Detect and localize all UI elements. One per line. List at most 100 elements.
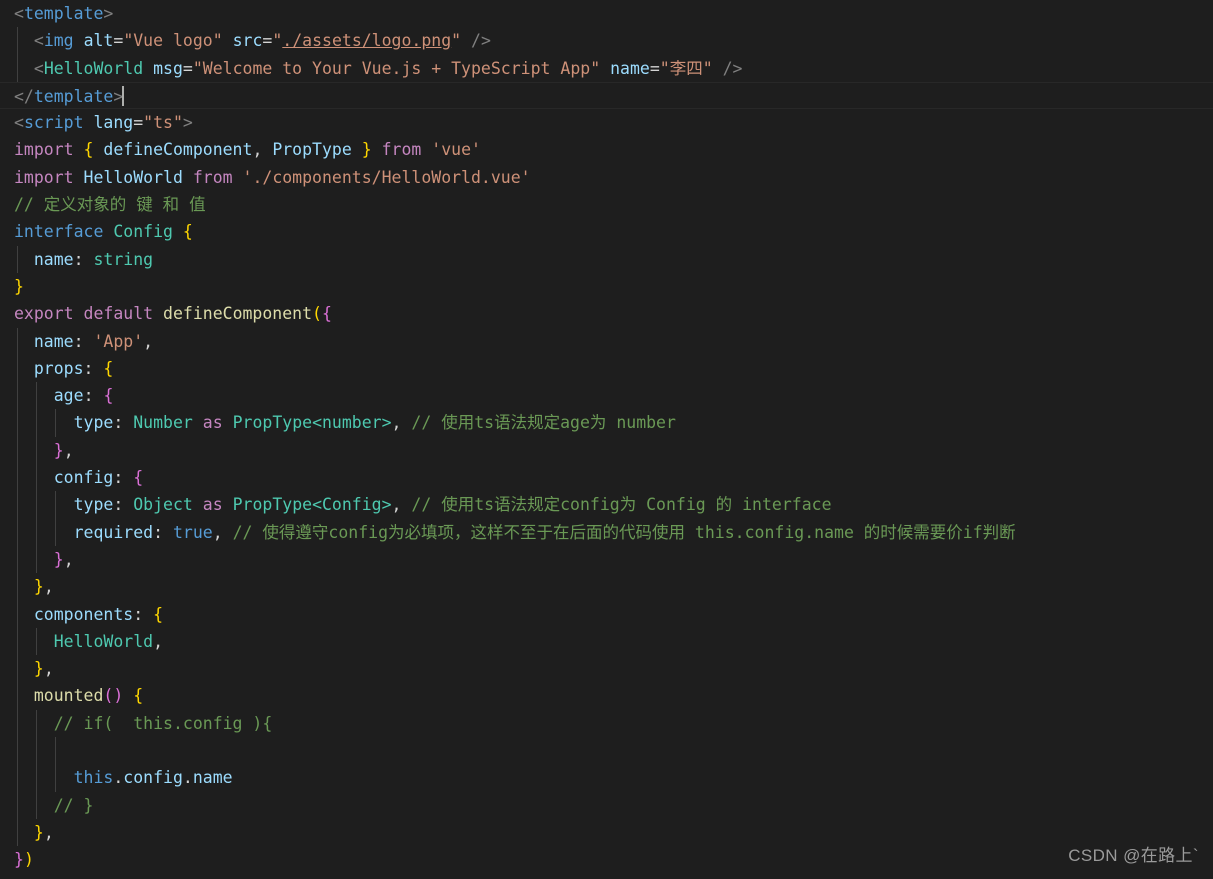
token-value-app: 'App' (93, 331, 144, 351)
code-line[interactable] (0, 737, 1213, 765)
token-keyword-interface: interface (14, 222, 104, 242)
code-line[interactable]: }, (0, 436, 1213, 465)
code-line[interactable]: age: { (0, 382, 1213, 410)
token-keyword-from: from (192, 167, 233, 187)
token-attr-lang: lang (93, 113, 134, 133)
code-editor[interactable]: <template> <img alt="Vue logo" src="./as… (0, 0, 1213, 879)
indent-guide (17, 245, 18, 273)
indent-guide (17, 464, 18, 492)
token-keyword-default: default (83, 304, 154, 324)
code-line[interactable]: name: 'App', (0, 327, 1213, 355)
indent-guide (36, 518, 37, 546)
code-line[interactable]: <img alt="Vue logo" src="./assets/logo.p… (0, 27, 1213, 55)
indent-guide (36, 737, 37, 765)
token-key-type: type (73, 495, 114, 515)
token-attr-src: src (232, 31, 263, 51)
code-content[interactable]: <template> <img alt="Vue logo" src="./as… (0, 0, 1213, 874)
indent-guide (17, 27, 18, 55)
text-cursor (122, 85, 125, 106)
code-line[interactable]: type: Number as PropType<number>, // 使用t… (0, 409, 1213, 437)
indent-guide (36, 409, 37, 437)
indent-guide (55, 764, 56, 792)
code-line[interactable]: }) (0, 846, 1213, 873)
token-type-string: string (93, 249, 154, 269)
indent-guide (17, 764, 18, 792)
indent-guide (55, 518, 56, 546)
token-value-alt: "Vue logo" (123, 31, 223, 51)
token-tag-helloworld: HelloWorld (43, 58, 144, 78)
token-type-proptype-number: PropType<number> (232, 413, 392, 433)
token-value-name: "李四" (659, 58, 713, 78)
code-line[interactable]: mounted() { (0, 682, 1213, 710)
code-line[interactable]: // } (0, 791, 1213, 819)
code-line-current[interactable]: </template> (0, 81, 1213, 110)
code-line[interactable]: HelloWorld, (0, 627, 1213, 656)
code-line[interactable]: }, (0, 655, 1213, 683)
code-line[interactable]: this.config.name (0, 764, 1213, 792)
token-key-type: type (73, 413, 114, 433)
indent-guide (17, 327, 18, 355)
indent-guide (17, 491, 18, 519)
token-angle-open: < (14, 4, 24, 23)
token-self-close: /> (471, 31, 491, 51)
code-line[interactable]: export default defineComponent({ (0, 300, 1213, 327)
token-tag-template: template (23, 4, 104, 23)
token-tag-img: img (43, 31, 74, 51)
token-keyword-as: as (202, 495, 223, 515)
token-prop-config: config (123, 768, 183, 788)
code-line[interactable]: import { defineComponent, PropType } fro… (0, 136, 1213, 163)
indent-guide (17, 573, 18, 601)
token-key-components: components (33, 604, 134, 624)
token-method-mounted: mounted (33, 686, 104, 706)
token-module-helloworld: './components/HelloWorld.vue' (242, 167, 531, 187)
token-component-helloworld: HelloWorld (53, 631, 154, 651)
code-line[interactable]: required: true, // 使得遵守config为必填项，这样不至于在… (0, 518, 1213, 546)
token-keyword-from: from (381, 140, 422, 160)
token-import-proptype: PropType (272, 140, 352, 160)
code-line[interactable]: }, (0, 545, 1213, 574)
indent-guide (55, 737, 56, 765)
code-line[interactable]: // if( this.config ){ (0, 709, 1213, 738)
csdn-watermark: CSDN @在路上` (1068, 845, 1199, 865)
token-keyword-export: export (14, 304, 74, 324)
token-key-config: config (53, 468, 114, 488)
code-line[interactable]: <template> (0, 0, 1213, 27)
token-comment-close-brace: // } (53, 795, 94, 815)
indent-guide (17, 818, 18, 847)
code-line[interactable]: } (0, 273, 1213, 300)
token-comment-required: // 使得遵守config为必填项，这样不至于在后面的代码使用 this.con… (232, 522, 1016, 542)
code-line[interactable]: name: string (0, 245, 1213, 273)
token-key-age: age (53, 386, 84, 406)
token-key-required: required (73, 522, 154, 542)
indent-guide (36, 764, 37, 792)
token-self-close: /> (722, 58, 743, 78)
indent-guide (17, 627, 18, 656)
code-line[interactable]: props: { (0, 354, 1213, 383)
indent-guide (36, 545, 37, 574)
code-line[interactable]: components: { (0, 600, 1213, 628)
token-keyword-as: as (202, 413, 223, 433)
indent-guide (17, 518, 18, 546)
code-line[interactable]: }, (0, 818, 1213, 847)
token-angle-open: < (14, 113, 24, 133)
code-line[interactable]: <HelloWorld msg="Welcome to Your Vue.js … (0, 54, 1213, 82)
token-call-definecomponent: defineComponent (163, 304, 313, 324)
token-tag-template-close: template (33, 86, 114, 106)
token-angle-close: > (182, 113, 193, 133)
token-keyword-import: import (14, 140, 74, 160)
indent-guide (36, 436, 37, 465)
code-line[interactable]: import HelloWorld from './components/Hel… (0, 164, 1213, 191)
code-line[interactable]: config: { (0, 464, 1213, 492)
indent-guide (36, 627, 37, 656)
code-line[interactable]: }, (0, 573, 1213, 601)
indent-guide (17, 436, 18, 465)
code-line[interactable]: <script lang="ts"> (0, 109, 1213, 136)
code-line[interactable]: interface Config { (0, 218, 1213, 245)
indent-guide (36, 382, 37, 410)
token-value-true: true (172, 522, 213, 542)
code-line[interactable]: // 定义对象的 键 和 值 (0, 191, 1213, 218)
token-value-src[interactable]: ./assets/logo.png (282, 31, 451, 50)
indent-guide (17, 354, 18, 383)
code-line[interactable]: type: Object as PropType<Config>, // 使用t… (0, 491, 1213, 519)
token-angle-close: > (103, 4, 114, 23)
